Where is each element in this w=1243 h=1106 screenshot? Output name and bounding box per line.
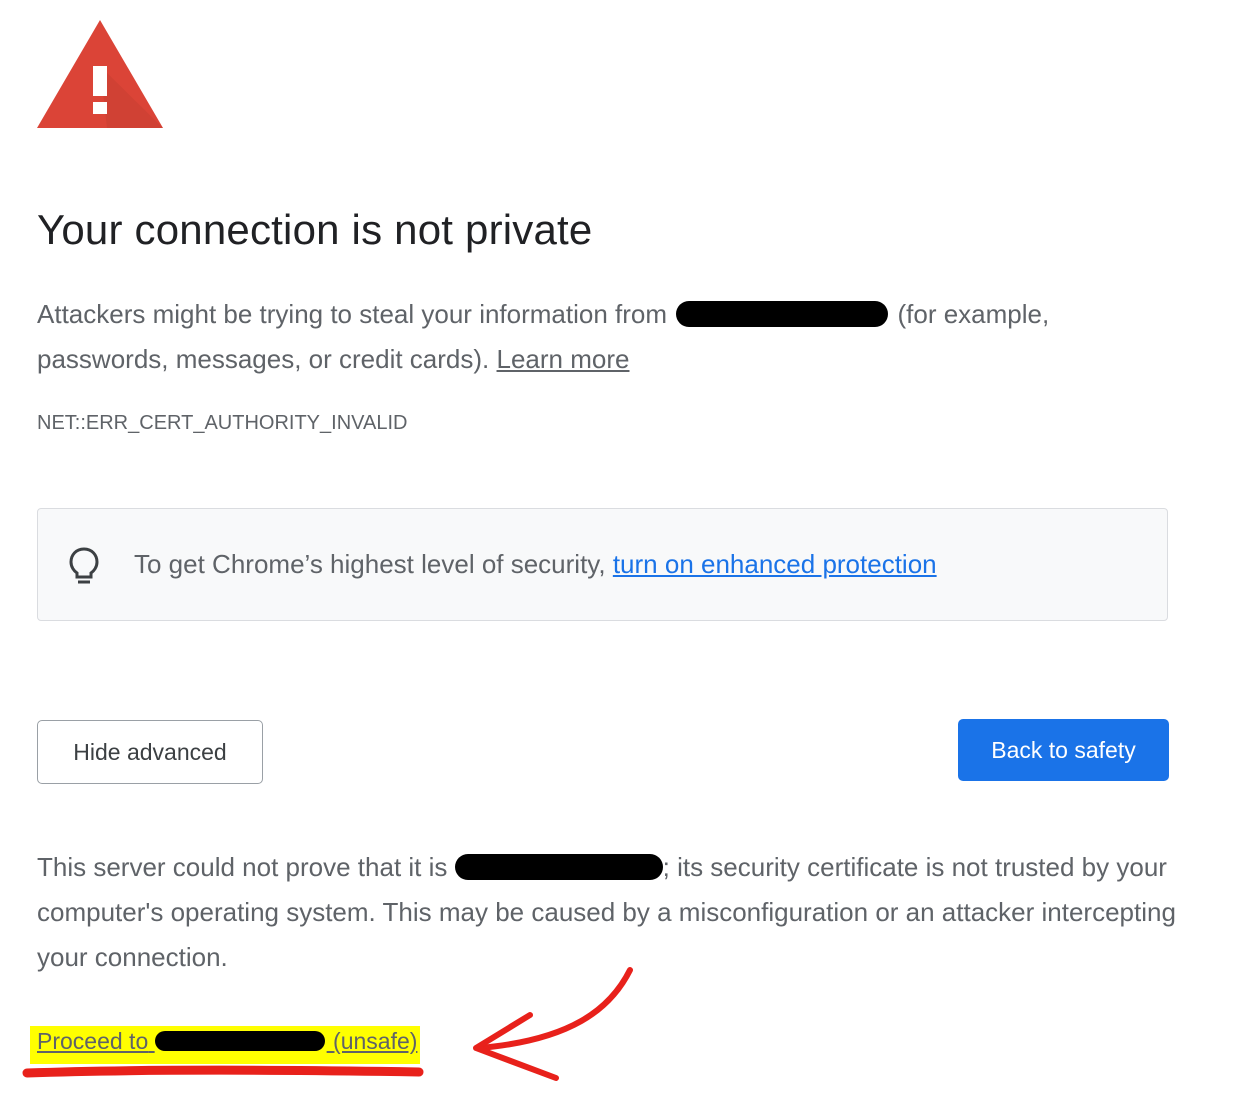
intro-paragraph: Attackers might be trying to steal your … <box>37 292 1177 382</box>
redacted-hostname <box>676 301 889 328</box>
learn-more-link[interactable]: Learn more <box>497 344 630 374</box>
hide-advanced-button[interactable]: Hide advanced <box>37 720 263 784</box>
promo-text: To get Chrome’s highest level of securit… <box>134 549 937 580</box>
promo-label: To get Chrome’s highest level of securit… <box>134 549 606 579</box>
proceed-prefix: Proceed to <box>37 1028 149 1054</box>
intro-text-before-host: Attackers might be trying to steal your … <box>37 299 668 329</box>
annotation-arrow-shaft <box>477 967 633 1051</box>
page-title: Your connection is not private <box>37 206 593 253</box>
back-to-safety-button[interactable]: Back to safety <box>958 719 1169 781</box>
details-text-before-host: This server could not prove that it is <box>37 852 448 882</box>
lightbulb-icon <box>69 547 99 584</box>
error-code: NET::ERR_CERT_AUTHORITY_INVALID <box>37 412 408 434</box>
annotation-arrow-head <box>473 1012 559 1081</box>
details-paragraph: This server could not prove that it is ;… <box>37 845 1187 980</box>
redacted-hostname <box>454 854 663 881</box>
proceed-unsafe-link[interactable]: Proceed to (unsafe) <box>37 1028 417 1055</box>
enhanced-protection-link[interactable]: turn on enhanced protection <box>613 549 937 579</box>
redacted-hostname <box>154 1031 325 1052</box>
proceed-suffix: (unsafe) <box>333 1028 418 1054</box>
warning-triangle-icon <box>37 20 163 128</box>
annotation-underline <box>22 1065 424 1078</box>
